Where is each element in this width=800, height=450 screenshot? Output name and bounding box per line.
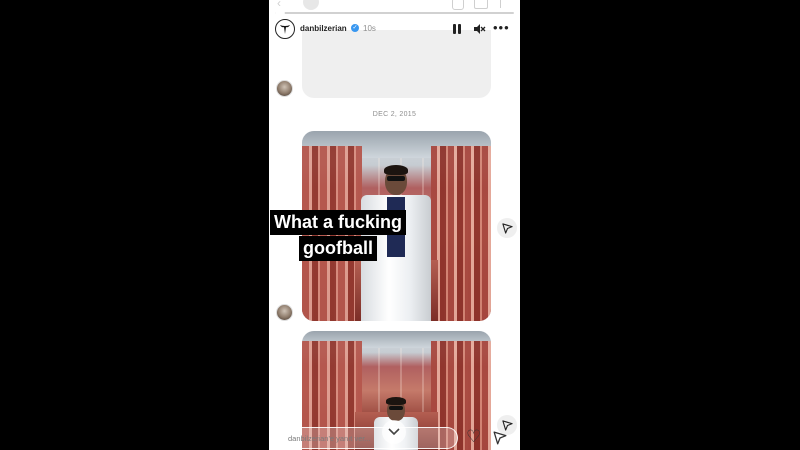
pause-icon [453, 24, 456, 34]
caption-line-2: goofball [299, 236, 377, 261]
sender-avatar [276, 304, 293, 321]
story-username[interactable]: danbilzerian [300, 24, 347, 33]
call-icon [452, 0, 464, 10]
pause-button[interactable] [453, 24, 462, 34]
profile-avatar[interactable] [275, 19, 295, 39]
send-button[interactable] [493, 431, 507, 450]
more-icon[interactable]: ••• [493, 21, 510, 34]
chevron-down-icon [388, 428, 400, 436]
date-separator: DEC 2, 2015 [372, 111, 417, 118]
story-progress-bar [275, 12, 514, 14]
reply-input[interactable]: danbilzerian'e yanıt ver... [275, 427, 458, 449]
sender-avatar [276, 80, 293, 97]
flag-icon [500, 0, 510, 8]
story-progress-fill [275, 12, 285, 14]
reply-placeholder: danbilzerian'e yanıt ver... [288, 434, 371, 443]
verified-badge-icon: ✓ [351, 24, 359, 32]
heart-icon[interactable]: ♡ [466, 428, 481, 446]
send-icon [501, 419, 513, 431]
mute-icon [474, 24, 486, 34]
back-arrow-icon: ‹ [277, 0, 281, 10]
send-icon [501, 222, 513, 234]
chevron-down-button[interactable] [382, 420, 406, 444]
caption-line-1: What a fucking [270, 210, 407, 235]
video-call-icon [474, 0, 488, 9]
dm-avatar [303, 0, 319, 10]
story-timestamp: 10s [363, 24, 376, 33]
send-icon [493, 431, 507, 445]
bull-logo-icon [280, 25, 290, 34]
mute-button[interactable] [472, 22, 486, 36]
story-header: danbilzerian ✓ 10s ••• [269, 18, 520, 44]
share-button[interactable] [497, 218, 517, 238]
